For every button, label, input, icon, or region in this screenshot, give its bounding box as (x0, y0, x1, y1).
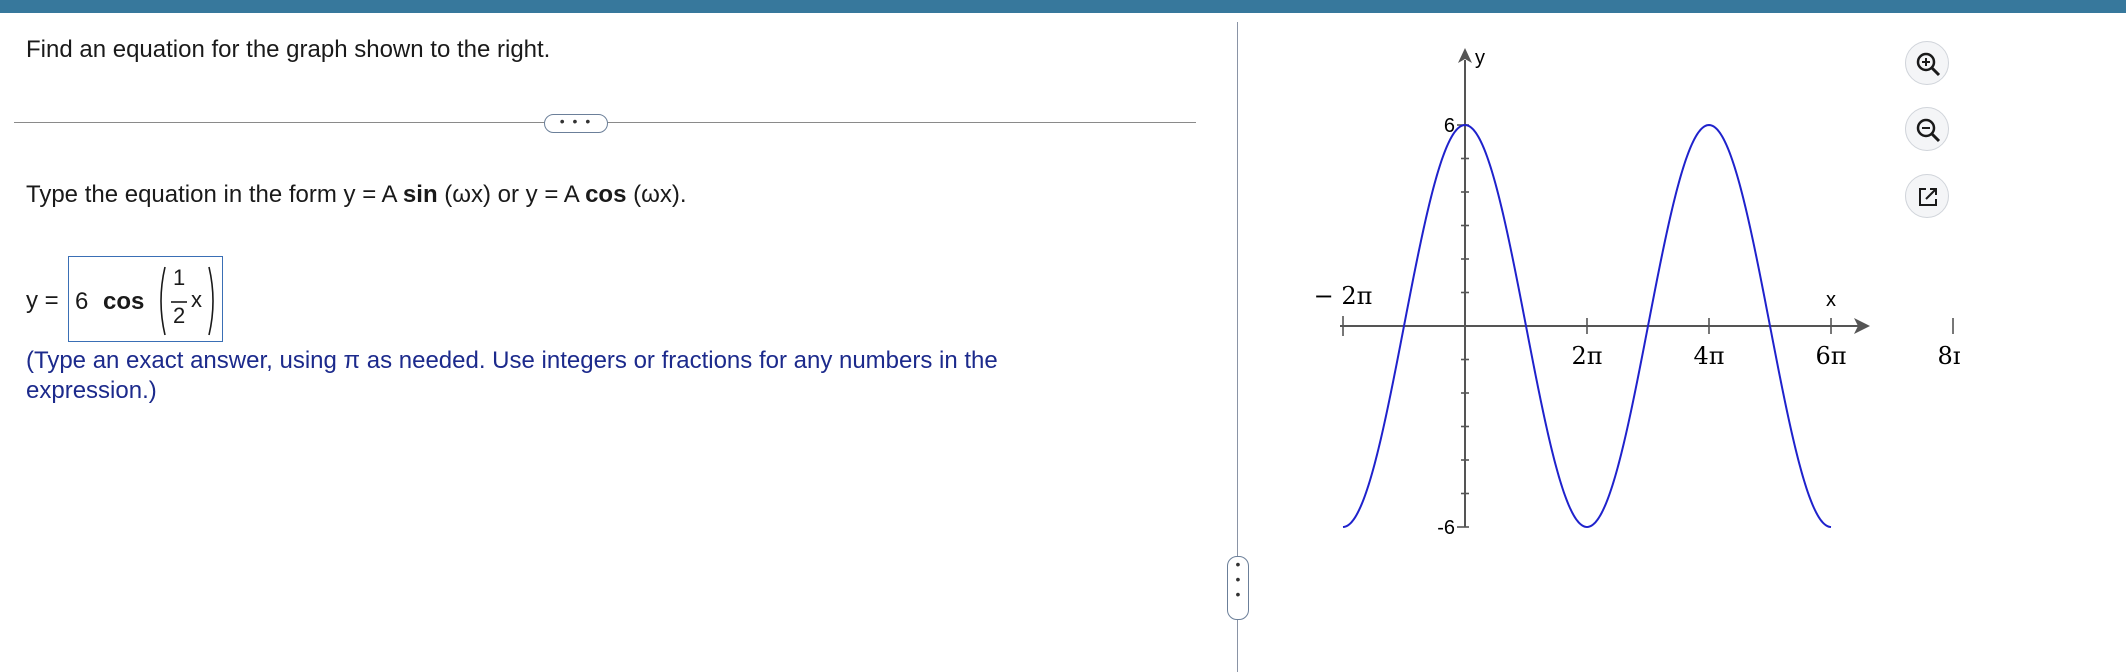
x-tick-label-neg-2pi: − 2π (1314, 282, 1373, 310)
answer-input-box[interactable]: 6 cos 1 2 x (68, 256, 223, 342)
instruction-mid: (ωx) or y = A (437, 181, 586, 208)
x-tick-label-6pi: 6π (1815, 342, 1846, 370)
instruction-sin: sin (402, 181, 438, 208)
instruction-prefix: Type the equation in the form y = A (26, 181, 403, 208)
zoom-in-button[interactable] (1905, 41, 1949, 85)
answer-hint: (Type an exact answer, using π as needed… (26, 347, 998, 404)
zoom-out-button[interactable] (1905, 107, 1949, 151)
y-axis-label: y (1475, 47, 1485, 69)
y-min-label: -6 (1437, 517, 1455, 539)
instruction-suffix: (ωx). (626, 181, 687, 208)
answer-variable: x (191, 287, 202, 312)
answer-amplitude: 6 (75, 288, 89, 315)
instruction-cos: cos (585, 181, 627, 208)
zoom-out-icon (1916, 118, 1941, 143)
answer-denominator: 2 (173, 303, 186, 328)
question-prompt: Find an equation for the graph shown to … (26, 36, 551, 63)
x-axis-label: x (1826, 289, 1836, 311)
answer-numerator: 1 (173, 265, 186, 290)
answer-function: cos (103, 288, 145, 315)
open-new-window-button[interactable] (1905, 174, 1949, 218)
answer-lhs: y = (26, 287, 59, 314)
external-link-icon (1919, 188, 1937, 206)
top-bar (0, 0, 2126, 13)
expand-more-button[interactable]: • • • (544, 114, 608, 133)
zoom-in-icon (1916, 52, 1941, 77)
graph-plot: y x 6 -6 − 2π 2π 4π 6π 8π (1314, 47, 1960, 539)
x-tick-label-4pi: 4π (1693, 342, 1724, 370)
x-tick-label-2pi: 2π (1571, 342, 1602, 370)
question-panel: Find an equation for the graph shown to … (0, 13, 1235, 672)
x-tick-label-8pi: 8π (1937, 342, 1960, 370)
instruction-text: Type the equation in the form y = A sin … (26, 180, 686, 210)
